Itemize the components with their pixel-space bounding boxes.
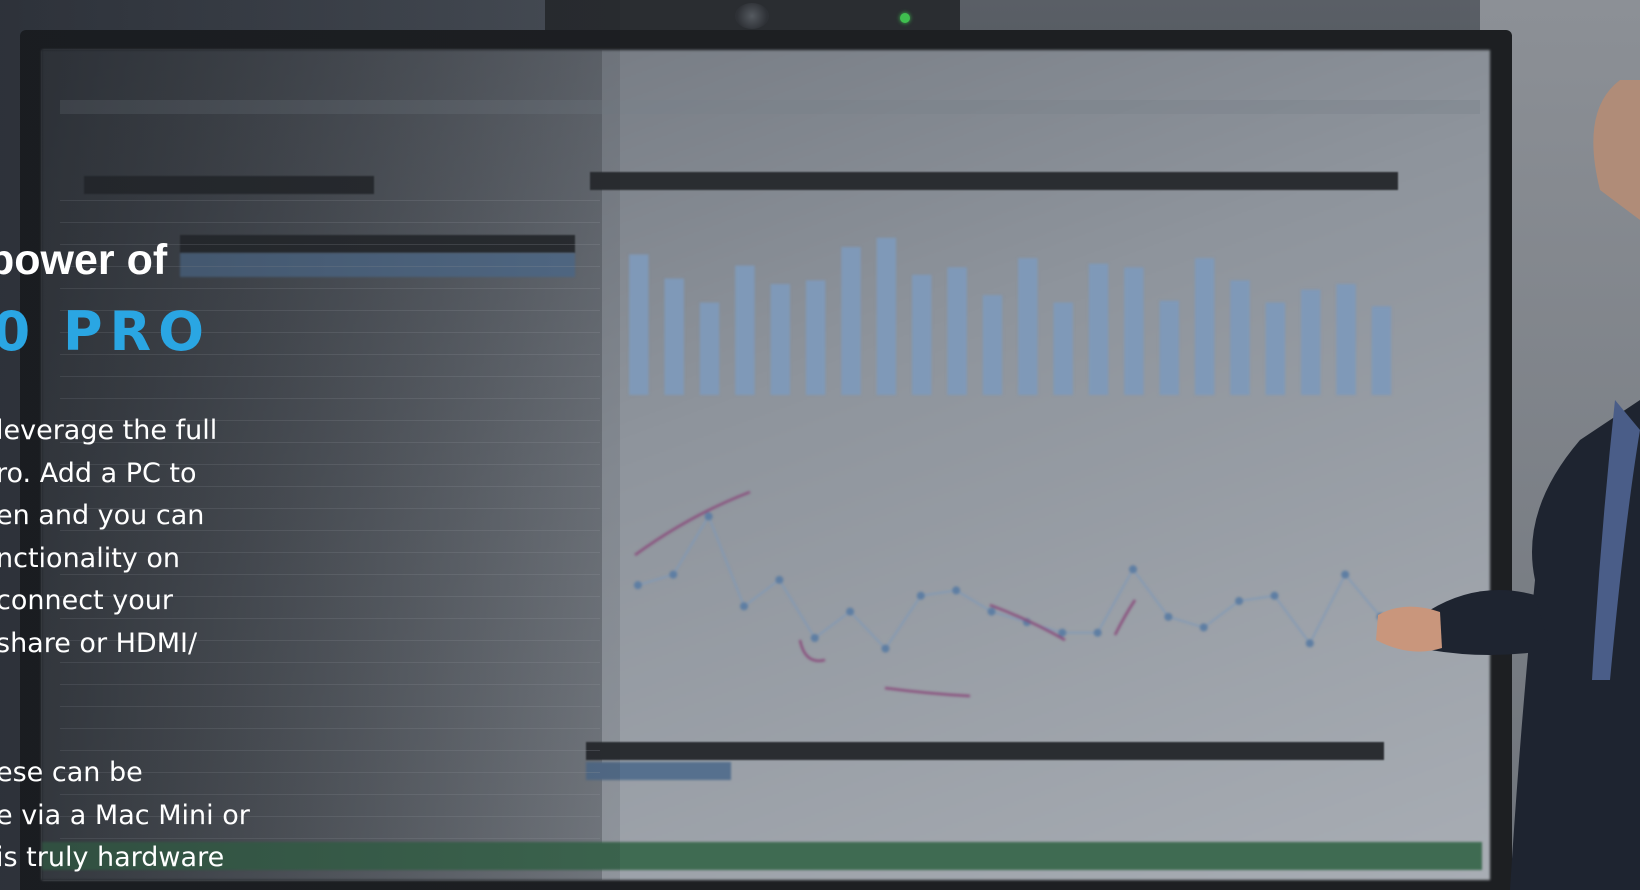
bar-mark [1159,300,1179,395]
paragraph-line: connect your [0,585,173,617]
description-paragraph: leverage the full ro. Add a PC to en and… [0,410,217,666]
line-point [881,644,890,653]
paragraph-line: is truly hardware [0,842,225,874]
presenter-hand [1376,606,1442,652]
line-point [1129,565,1138,574]
bar-mark [735,265,755,395]
bar-mark [1194,258,1215,395]
paragraph-line: leverage the full [0,415,218,446]
presenter-arm [1430,590,1550,655]
paragraph-line: ese can be [0,757,143,788]
annotation-stroke [634,490,751,557]
line-point [740,602,749,611]
annotation-stroke [798,639,826,663]
product-name: 10 PRO [0,300,212,363]
line-point [1199,623,1208,632]
paragraph-line: share or HDMI/ [0,627,198,659]
bar-mark [982,295,1003,395]
line-series [637,514,1382,650]
bar-mark [770,284,790,395]
line-point [704,512,713,521]
line-point [1164,612,1173,621]
paragraph-line: e via a Mac Mini or [0,799,250,831]
line-point [1235,597,1244,605]
bar-mark [629,254,649,395]
presenter [1376,80,1640,890]
bar-mark [1018,258,1038,395]
line-point [952,586,961,595]
presenter-face [1593,80,1640,220]
bar-mark [699,302,720,395]
annotation-stroke [1113,599,1137,636]
bar-mark [1053,302,1073,395]
line-point [810,634,819,642]
chart-header-bar [586,742,1384,760]
line-point [633,581,642,590]
paragraph-line: nctionality on [0,542,181,574]
line-point [669,570,678,579]
line-point [916,591,925,600]
line-point [1093,628,1102,637]
bar-mark [947,267,967,395]
headline: power of [0,236,168,284]
bar-mark [805,280,826,395]
camera-lens-icon [735,3,769,29]
bar-mark [1124,267,1144,395]
bar-mark [876,237,897,395]
line-point [1270,591,1279,600]
status-led-icon [900,13,910,23]
bar-mark [1088,263,1109,395]
line-point [846,607,855,616]
annotation-stroke [884,686,971,698]
bar-mark [841,247,861,395]
line-point [987,607,996,616]
hero-background: power of 10 PRO leverage the full ro. Ad… [0,0,1640,890]
bar-mark [664,278,684,395]
bar-mark [911,274,932,395]
bar-mark [1230,280,1250,395]
paragraph-line: en and you can [0,500,205,532]
line-point [775,575,784,584]
paragraph-line: ro. Add a PC to [0,457,197,489]
description-paragraph: ese can be e via a Mac Mini or is truly … [0,752,250,880]
